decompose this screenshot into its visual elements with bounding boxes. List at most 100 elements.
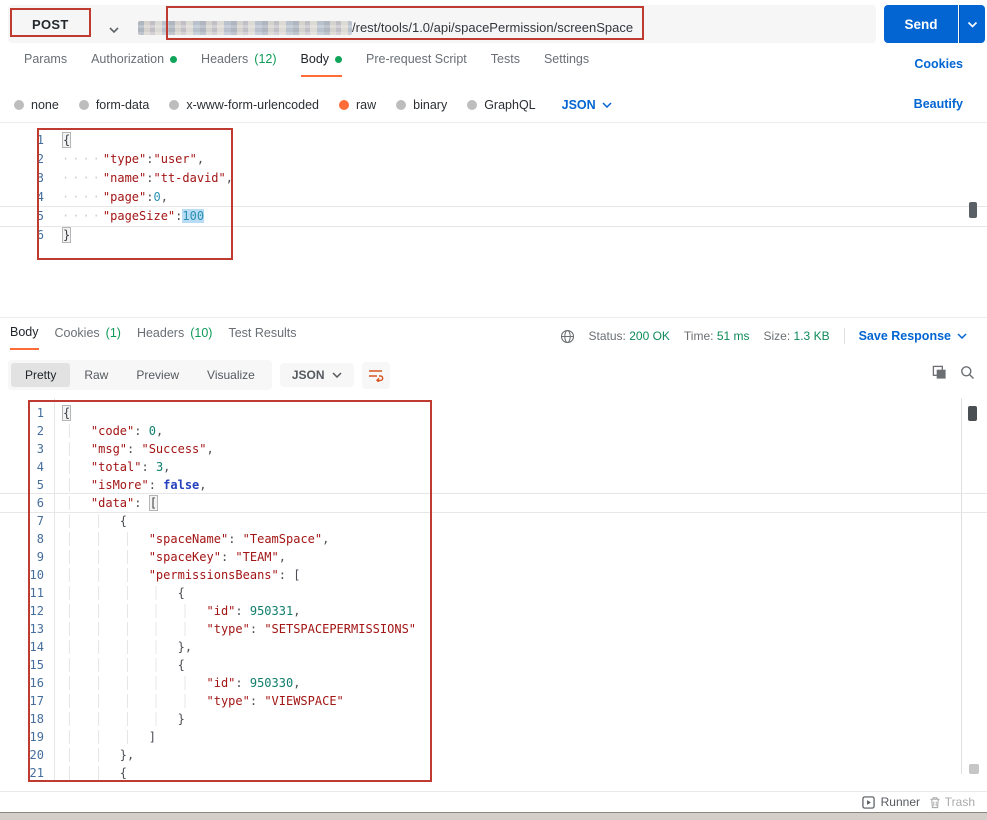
line-number: 5 (36, 478, 44, 492)
method-selector[interactable]: POST (32, 17, 69, 32)
code-line: 5 ····"pageSize":100 (0, 206, 987, 227)
line-number: 19 (29, 730, 44, 744)
size-badge: Size: 1.3 KB (763, 329, 830, 343)
footer-bar (0, 791, 987, 812)
code-line: 9 "spaceKey": "TEAM", (0, 548, 987, 566)
mode-graphql[interactable]: GraphQL (467, 98, 536, 112)
code-line: 4 "total": 3, (0, 458, 987, 476)
request-tabs: Params Authorization Headers (12) Body Pr… (0, 52, 987, 82)
scrollbar-corner[interactable] (969, 764, 979, 774)
tab-pre-request-script[interactable]: Pre-request Script (366, 52, 467, 75)
line-number: 13 (29, 622, 44, 636)
url-redacted-host[interactable] (138, 21, 352, 35)
code-line: 15 { (0, 656, 987, 674)
code-line: 10 "permissionsBeans": [ (0, 566, 987, 584)
send-button[interactable]: Send (884, 5, 958, 43)
divider (843, 328, 845, 344)
raw-format-dropdown[interactable]: JSON (562, 98, 612, 112)
line-number: 21 (29, 766, 44, 780)
response-format-dropdown[interactable]: JSON (279, 363, 354, 387)
tab-tests[interactable]: Tests (491, 52, 520, 75)
code-line: 11 { (0, 584, 987, 602)
code-line: 8 "spaceName": "TeamSpace", (0, 530, 987, 548)
url-input[interactable]: /rest/tools/1.0/api/spacePermission/scre… (352, 20, 633, 35)
url-bar: POST /rest/tools/1.0/api/spacePermission… (8, 5, 876, 43)
line-number: 15 (29, 658, 44, 672)
response-body-editor[interactable]: 1{2 "code": 0, 3 "msg": "Success", 4 "tota… (0, 398, 987, 782)
divider (0, 317, 987, 318)
radio-icon (78, 100, 89, 110)
line-number: 8 (36, 532, 44, 546)
code-line: 16 "id": 950330, (0, 674, 987, 692)
line-number: 3 (36, 171, 44, 185)
response-tab-body[interactable]: Body (10, 325, 39, 350)
wrap-text-icon (368, 370, 383, 382)
tab-body[interactable]: Body (300, 52, 343, 77)
radio-icon (467, 100, 478, 110)
code-line: 14 }, (0, 638, 987, 656)
code-line: 1{ (0, 131, 987, 150)
view-pretty[interactable]: Pretty (11, 363, 71, 387)
code-line: 12 "id": 950331, (0, 602, 987, 620)
code-line: 21 { (0, 764, 987, 782)
code-line: 13 "type": "SETSPACEPERMISSIONS" (0, 620, 987, 638)
line-number: 5 (36, 209, 44, 223)
copy-icon (932, 365, 946, 379)
mode-raw[interactable]: raw (339, 98, 376, 112)
mode-none[interactable]: none (14, 98, 59, 112)
line-number: 10 (29, 568, 44, 582)
save-response-button[interactable]: Save Response (859, 329, 967, 343)
code-line: 18 } (0, 710, 987, 728)
response-actions (932, 365, 975, 380)
line-number: 1 (36, 406, 44, 420)
search-icon (961, 366, 974, 379)
mode-form-data[interactable]: form-data (78, 98, 149, 112)
line-number: 4 (36, 460, 44, 474)
radio-selected-icon (339, 100, 349, 110)
line-number: 4 (36, 190, 44, 204)
send-options-chevron-icon[interactable] (959, 5, 985, 43)
radio-icon (396, 100, 407, 110)
line-number: 2 (36, 424, 44, 438)
code-line: 2 ····"type":"user", (0, 150, 987, 169)
code-line: 2 "code": 0, (0, 422, 987, 440)
body-mode-row: none form-data x-www-form-urlencoded raw… (0, 90, 987, 120)
view-raw[interactable]: Raw (70, 363, 122, 387)
time-badge: Time: 51 ms (683, 329, 750, 343)
trash-button[interactable]: Trash (929, 795, 975, 809)
copy-button[interactable] (932, 365, 947, 380)
tab-headers[interactable]: Headers (12) (201, 52, 276, 75)
line-number: 2 (36, 152, 44, 166)
request-editor-scrollbar[interactable] (969, 202, 977, 218)
code-line: 1{ (0, 404, 987, 422)
mode-x-www-form-urlencoded[interactable]: x-www-form-urlencoded (169, 98, 319, 112)
radio-icon (169, 100, 180, 110)
response-tab-test-results[interactable]: Test Results (228, 325, 296, 350)
code-line: 5 "isMore": false, (0, 476, 987, 494)
view-visualize[interactable]: Visualize (193, 363, 269, 387)
request-body-editor[interactable]: 1{2 ····"type":"user", 3 ····"name":"tt-dav… (0, 123, 987, 245)
beautify-link[interactable]: Beautify (914, 97, 963, 111)
tab-settings[interactable]: Settings (544, 52, 589, 75)
cookies-link[interactable]: Cookies (914, 57, 963, 71)
response-tab-headers[interactable]: Headers (10) (137, 325, 212, 350)
line-number: 6 (36, 496, 44, 510)
code-line: 19 ] (0, 728, 987, 746)
view-preview[interactable]: Preview (122, 363, 193, 387)
line-number: 12 (29, 604, 44, 618)
tab-authorization[interactable]: Authorization (91, 52, 178, 75)
wrap-text-button[interactable] (361, 361, 390, 389)
method-chevron-down-icon[interactable] (108, 21, 120, 39)
tab-params[interactable]: Params (24, 52, 67, 75)
line-number: 3 (36, 442, 44, 456)
bottom-strip (0, 812, 987, 820)
globe-icon (560, 329, 574, 343)
mode-binary[interactable]: binary (396, 98, 447, 112)
code-line: 7 { (0, 512, 987, 530)
code-line: 4 ····"page":0, (0, 188, 987, 207)
line-number: 7 (36, 514, 44, 528)
response-tab-cookies[interactable]: Cookies (1) (55, 325, 121, 350)
runner-button[interactable]: Runner (861, 795, 920, 809)
search-button[interactable] (960, 365, 975, 380)
response-editor-scrollbar[interactable] (968, 406, 977, 421)
